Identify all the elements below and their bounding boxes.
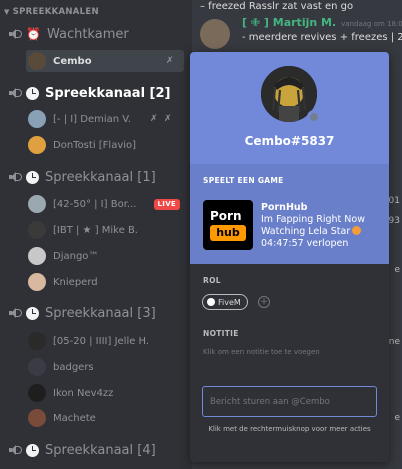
- mic-muted-icon: ✗: [150, 114, 158, 124]
- chat-author[interactable]: [ ✙ ] Martijn M. vandaag om 18:01: [242, 16, 402, 29]
- chat-timestamp: vandaag om 18:01: [341, 20, 402, 28]
- role-pill-fivem[interactable]: FiveM: [202, 294, 248, 310]
- avatar: [28, 384, 46, 402]
- voice-user[interactable]: DonTosti [Flavio]: [28, 134, 186, 156]
- speaker-icon: [8, 307, 22, 319]
- chat-fragment: e: [394, 413, 400, 423]
- chat-author-avatar[interactable]: [200, 19, 230, 49]
- voice-user[interactable]: [- | I] Demian V. ✗ ✗: [28, 108, 186, 130]
- profile-username[interactable]: Cembo#5837: [190, 134, 389, 148]
- activity-header: SPEELT EEN GAME: [203, 176, 284, 185]
- voice-user[interactable]: Ikon Nev4zz: [28, 382, 186, 404]
- deafened-icon: ✗: [164, 114, 172, 124]
- status-indicator: [307, 110, 321, 124]
- voice-user[interactable]: [IBT | ★ ] Mike B.: [28, 219, 186, 241]
- speaker-icon: [8, 87, 22, 99]
- avatar: [28, 358, 46, 376]
- user-popout: Cembo#5837 SPEELT EEN GAME Porn hub Porn…: [190, 52, 389, 462]
- voice-channel-spreekkanaal-1[interactable]: Spreekkanaal [1]: [8, 166, 192, 188]
- avatar: [28, 195, 46, 213]
- game-name: PornHub: [261, 202, 308, 213]
- peach-emoji-icon: [352, 226, 362, 235]
- avatar: [28, 221, 46, 239]
- chevron-down-icon: ▼: [4, 8, 10, 16]
- note-input[interactable]: Klik om een notitie toe te voegen: [203, 348, 320, 356]
- chat-fragment: e: [394, 265, 400, 275]
- voice-channel-spreekkanaal-4[interactable]: Spreekkanaal [4]: [8, 439, 192, 461]
- game-details: Im Fapping Right Now: [261, 214, 365, 225]
- speaker-icon: [8, 171, 22, 183]
- voice-channel-wachtkamer[interactable]: ⏰ Wachtkamer: [8, 23, 192, 45]
- context-menu-hint: Klik met de rechtermuisknop voor meer ac…: [208, 425, 371, 433]
- voice-channel-spreekkanaal-3[interactable]: Spreekkanaal [3]: [8, 302, 192, 324]
- avatar: [28, 247, 46, 265]
- avatar: [28, 52, 46, 70]
- chat-message-prev: – freezed Rasslr zat vast en go: [200, 1, 354, 12]
- clock-icon: [26, 86, 39, 100]
- message-input[interactable]: [203, 387, 376, 416]
- chat-fragment: ne: [388, 337, 400, 347]
- live-badge: LIVE: [153, 199, 180, 210]
- voice-channel-spreekkanaal-2[interactable]: Spreekkanaal [2]: [8, 82, 192, 104]
- clock-icon: [26, 170, 39, 184]
- role-color-dot: [207, 298, 215, 306]
- add-role-button[interactable]: +: [258, 296, 270, 308]
- mic-muted-icon: ✗: [166, 56, 174, 66]
- voice-user[interactable]: Machete: [28, 407, 186, 429]
- clock-icon: [26, 443, 39, 457]
- category-header[interactable]: ▼ SPREEKKANALEN: [4, 5, 99, 19]
- speaker-icon: [8, 444, 22, 456]
- speaker-icon: [8, 28, 22, 40]
- chat-message: - meerdere revives + freezes | 2: [242, 32, 402, 43]
- game-elapsed: 04:47:57 verlopen: [261, 238, 349, 249]
- clock-icon: [26, 306, 39, 320]
- direct-message-field[interactable]: [202, 386, 377, 417]
- game-state: Watching Lela Star: [261, 226, 362, 237]
- voice-user[interactable]: badgers: [28, 356, 186, 378]
- pizza-avatar: [28, 136, 46, 154]
- avatar: [28, 332, 46, 350]
- voice-user-cembo[interactable]: Cembo ✗: [26, 50, 184, 72]
- voice-user[interactable]: Django™: [28, 245, 186, 267]
- voice-user[interactable]: Knieperd: [28, 271, 186, 293]
- roles-label: ROL: [203, 276, 221, 285]
- alarm-clock-icon: ⏰: [26, 27, 41, 41]
- game-icon: Porn hub: [203, 200, 253, 250]
- avatar: [28, 409, 46, 427]
- notes-label: NOTITIE: [203, 329, 239, 338]
- avatar: [28, 273, 46, 291]
- voice-user[interactable]: [05-20 | IIII] Jelle H.: [28, 330, 186, 352]
- avatar: [28, 110, 46, 128]
- channel-sidebar: ▼ SPREEKKANALEN ⏰ Wachtkamer Cembo ✗ Spr…: [0, 0, 192, 469]
